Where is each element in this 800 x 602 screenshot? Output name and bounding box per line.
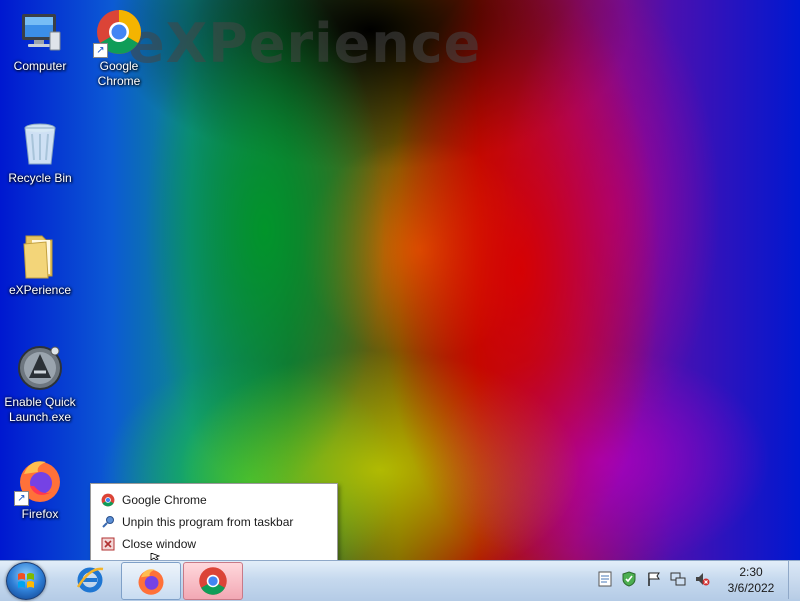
menu-item-label: Google Chrome <box>122 492 207 507</box>
desktop-icon-recycle-bin[interactable]: Recycle Bin <box>0 120 80 186</box>
desktop-icon-label: eXPerience <box>8 283 72 297</box>
network-icon <box>670 572 686 586</box>
windows-logo-icon <box>18 573 34 588</box>
desktop-icon-label: Enable Quick Launch.exe <box>4 395 76 424</box>
desktop-icon-google-chrome[interactable]: ↗ Google Chrome <box>79 8 159 89</box>
desktop-icon-computer[interactable]: Computer <box>0 8 80 74</box>
close-window-icon <box>100 536 116 552</box>
desktop-icon-label: Recycle Bin <box>8 171 72 185</box>
firefox-icon: ↗ <box>14 456 64 506</box>
desktop-icon-firefox[interactable]: ↗ Firefox <box>0 456 80 522</box>
desktop-icon-label: Computer <box>13 59 67 73</box>
taskbar-google-chrome[interactable] <box>183 562 243 600</box>
quick-launch-icon <box>16 344 64 392</box>
show-desktop-button[interactable] <box>788 561 800 599</box>
menu-item-unpin[interactable]: Unpin this program from taskbar <box>95 511 333 532</box>
document-icon <box>598 571 612 587</box>
taskbar-jump-list: Google Chrome Unpin this program from ta… <box>90 483 338 560</box>
internet-explorer-icon <box>76 567 104 593</box>
shortcut-arrow-icon: ↗ <box>93 43 108 58</box>
action-center-flag-icon <box>648 572 660 586</box>
menu-item-label: Unpin this program from taskbar <box>122 514 294 529</box>
tray-volume-icon[interactable] <box>694 571 710 590</box>
menu-item-close-window[interactable]: Close window <box>95 533 333 554</box>
desktop-icon-enable-quick-launch[interactable]: Enable Quick Launch.exe <box>0 344 80 425</box>
desktop-icon-label: Google Chrome <box>97 59 141 88</box>
menu-item-label: Close window <box>122 536 197 551</box>
security-shield-icon <box>622 571 636 587</box>
firefox-icon <box>138 569 164 595</box>
desktop-watermark: eXPerience <box>128 12 482 75</box>
clock-time[interactable]: 2:30 <box>716 565 786 579</box>
taskbar-internet-explorer[interactable] <box>62 562 118 598</box>
chrome-icon <box>199 567 227 595</box>
menu-item-google-chrome[interactable]: Google Chrome <box>95 489 333 510</box>
taskbar-firefox[interactable] <box>121 562 181 600</box>
clock-date[interactable]: 3/6/2022 <box>716 581 786 595</box>
desktop-icon-experience-folder[interactable]: eXPerience <box>0 232 80 298</box>
volume-muted-icon <box>696 573 710 586</box>
chrome-icon <box>100 492 116 508</box>
tray-network-icon[interactable] <box>670 571 686 590</box>
start-button[interactable] <box>6 562 46 600</box>
desktop[interactable]: eXPerience Computer ↗ Google Chrome Recy… <box>0 0 800 560</box>
mouse-cursor-icon <box>150 553 161 560</box>
computer-icon <box>16 8 64 56</box>
shortcut-arrow-icon: ↗ <box>14 491 29 506</box>
recycle-bin-icon <box>16 120 64 168</box>
folder-icon <box>16 232 64 280</box>
tray-action-center-icon[interactable] <box>646 571 662 590</box>
tray-document-icon[interactable] <box>598 571 612 590</box>
desktop-icon-label: Firefox <box>21 507 59 521</box>
chrome-icon: ↗ <box>93 8 143 58</box>
tray-security-icon[interactable] <box>621 571 637 590</box>
unpin-icon <box>100 514 116 530</box>
